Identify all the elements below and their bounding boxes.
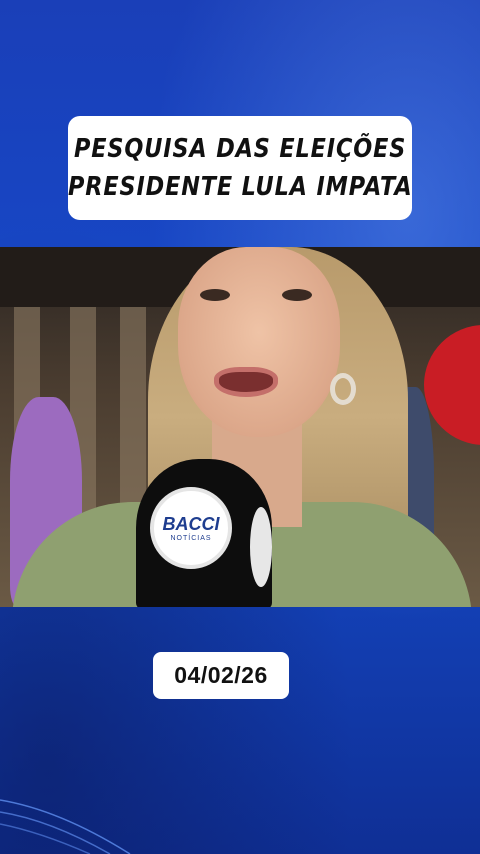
- reporter-mouth: [214, 367, 278, 397]
- reporter-eye: [200, 289, 230, 301]
- reporter-face: [178, 247, 340, 437]
- headline-line-1: PESQUISA DAS ELEIÇÕES: [73, 134, 407, 164]
- date-badge: 04/02/26: [153, 652, 289, 699]
- headline-box: PESQUISA DAS ELEIÇÕES PRESIDENTE LULA IM…: [68, 116, 412, 220]
- video-frame[interactable]: BACCI NOTÍCIAS: [0, 247, 480, 607]
- mic-logo-brand: BACCI: [162, 514, 220, 534]
- microphone-side-logo: [250, 507, 272, 587]
- headline-line-2: PRESIDENTE LULA IMPATA: [67, 172, 413, 202]
- earring: [330, 373, 356, 405]
- date-text: 04/02/26: [174, 662, 268, 688]
- microphone-logo: BACCI NOTÍCIAS: [150, 487, 232, 569]
- decorative-swoosh: [0, 799, 131, 854]
- reporter-eye: [282, 289, 312, 301]
- red-umbrella: [424, 325, 480, 445]
- mic-logo-subtitle: NOTÍCIAS: [170, 535, 212, 542]
